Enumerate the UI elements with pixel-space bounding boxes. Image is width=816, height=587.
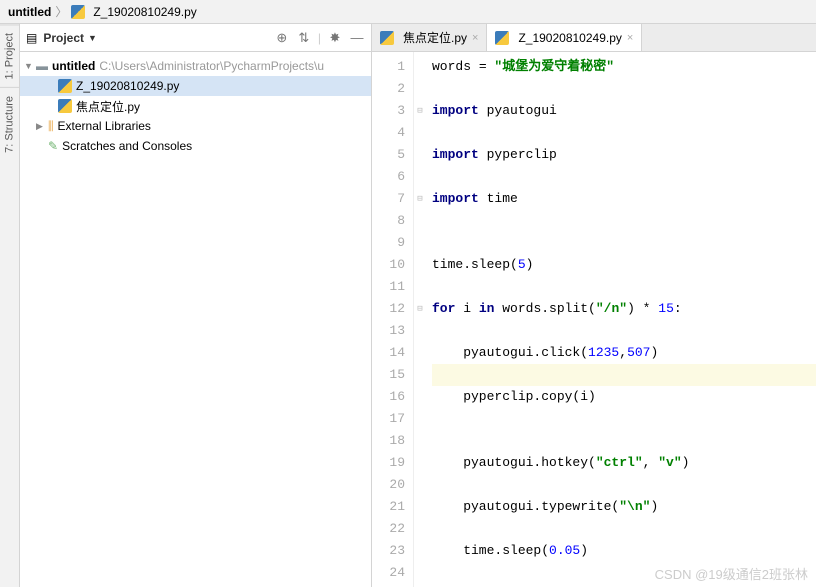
- python-file-icon: [380, 31, 394, 45]
- code-content[interactable]: words = "城堡为爱守着秘密" import pyautogui import…: [426, 52, 816, 587]
- tree-node-file[interactable]: Z_19020810249.py: [20, 76, 371, 96]
- code-line[interactable]: [432, 166, 816, 188]
- hide-icon[interactable]: —: [349, 30, 365, 46]
- code-line[interactable]: import pyperclip: [432, 144, 816, 166]
- code-line[interactable]: [432, 210, 816, 232]
- editor-tab[interactable]: Z_19020810249.py×: [487, 24, 642, 51]
- library-icon: ⫼: [48, 119, 54, 134]
- code-line[interactable]: pyautogui.click(1235,507): [432, 342, 816, 364]
- editor-area: 焦点定位.py×Z_19020810249.py× 12345678910111…: [372, 24, 816, 587]
- python-file-icon: [58, 99, 72, 113]
- locate-icon[interactable]: ⊕: [274, 30, 290, 46]
- chevron-right-icon: ▶: [36, 121, 48, 132]
- fold-column: ⊟⊟⊟: [414, 52, 426, 587]
- code-line[interactable]: time.sleep(0.05): [432, 540, 816, 562]
- code-line[interactable]: import pyautogui: [432, 100, 816, 122]
- breadcrumb: untitled 〉 Z_19020810249.py: [0, 0, 816, 24]
- code-editor[interactable]: 123456789101112131415161718192021222324 …: [372, 52, 816, 587]
- python-file-icon: [58, 79, 72, 93]
- tree-node-scratches[interactable]: ✎ Scratches and Consoles: [20, 136, 371, 156]
- tree-node-file[interactable]: 焦点定位.py: [20, 96, 371, 116]
- code-line[interactable]: [432, 430, 816, 452]
- code-line[interactable]: pyautogui.typewrite("\n"): [432, 496, 816, 518]
- code-line[interactable]: [432, 364, 816, 386]
- code-line[interactable]: pyperclip.copy(i): [432, 386, 816, 408]
- chevron-down-icon: ▼: [24, 61, 36, 71]
- code-line[interactable]: [432, 518, 816, 540]
- close-icon[interactable]: ×: [627, 32, 633, 44]
- project-toolbar: ▤ Project ▼ ⊕ ⇅ | ✸ —: [20, 24, 371, 52]
- project-view-icon: ▤: [26, 31, 37, 45]
- tool-tab-structure[interactable]: 7: Structure: [0, 87, 19, 161]
- project-panel: ▤ Project ▼ ⊕ ⇅ | ✸ — ▼ ▬ untitled C:\Us…: [20, 24, 372, 587]
- code-line[interactable]: [432, 78, 816, 100]
- watermark: CSDN @19级通信2班张林: [655, 564, 808, 583]
- code-line[interactable]: words = "城堡为爱守着秘密": [432, 56, 816, 78]
- code-line[interactable]: [432, 320, 816, 342]
- code-line[interactable]: import time: [432, 188, 816, 210]
- gear-icon[interactable]: ✸: [327, 30, 343, 46]
- line-gutter: 123456789101112131415161718192021222324: [372, 52, 414, 587]
- tool-window-tabs: 1: Project 7: Structure: [0, 24, 20, 587]
- breadcrumb-file[interactable]: Z_19020810249.py: [93, 5, 196, 19]
- tree-node-external-libs[interactable]: ▶ ⫼ External Libraries: [20, 116, 371, 136]
- project-tree: ▼ ▬ untitled C:\Users\Administrator\Pych…: [20, 52, 371, 160]
- python-file-icon: [71, 5, 85, 19]
- chevron-right-icon: 〉: [55, 3, 67, 20]
- code-line[interactable]: [432, 232, 816, 254]
- tree-node-root[interactable]: ▼ ▬ untitled C:\Users\Administrator\Pych…: [20, 56, 371, 76]
- code-line[interactable]: [432, 122, 816, 144]
- code-line[interactable]: for i in words.split("/n") * 15:: [432, 298, 816, 320]
- python-file-icon: [495, 31, 509, 45]
- close-icon[interactable]: ×: [472, 32, 478, 44]
- tool-tab-project[interactable]: 1: Project: [0, 24, 19, 87]
- chevron-down-icon: ▼: [88, 33, 97, 43]
- editor-tab[interactable]: 焦点定位.py×: [372, 24, 487, 51]
- project-view-combo[interactable]: Project ▼: [43, 31, 97, 45]
- scratch-icon: ✎: [48, 139, 58, 153]
- code-line[interactable]: pyautogui.hotkey("ctrl", "v"): [432, 452, 816, 474]
- breadcrumb-root[interactable]: untitled: [8, 5, 51, 19]
- code-line[interactable]: [432, 408, 816, 430]
- editor-tabs: 焦点定位.py×Z_19020810249.py×: [372, 24, 816, 52]
- folder-icon: ▬: [36, 59, 48, 73]
- code-line[interactable]: time.sleep(5): [432, 254, 816, 276]
- code-line[interactable]: [432, 474, 816, 496]
- expand-all-icon[interactable]: ⇅: [296, 30, 312, 46]
- code-line[interactable]: [432, 276, 816, 298]
